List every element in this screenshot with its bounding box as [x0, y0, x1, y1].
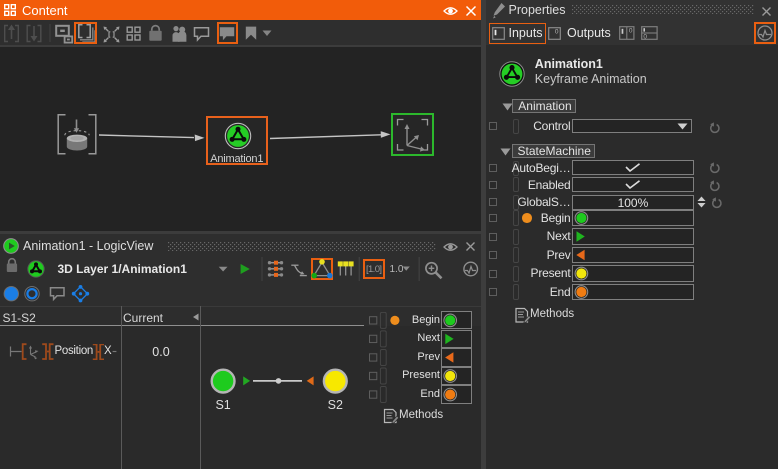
svg-text:S1: S1 [215, 398, 230, 412]
svg-text:0: 0 [555, 28, 559, 35]
svg-text:0: 0 [629, 28, 633, 35]
svg-text:0: 0 [643, 34, 647, 40]
svg-text:S2: S2 [328, 398, 343, 412]
